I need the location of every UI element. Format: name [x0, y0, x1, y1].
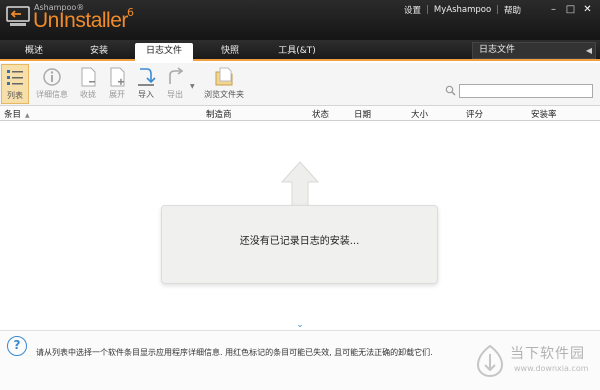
watermark-logo-icon [476, 344, 504, 378]
import-button[interactable]: 导入 [133, 64, 159, 104]
myashampoo-link[interactable]: MyAshampoo [434, 5, 491, 15]
export-button-label: 导出 [167, 90, 183, 99]
column-rating[interactable]: 评分 [466, 108, 483, 120]
link-separator: | [426, 5, 429, 15]
search-icon [445, 85, 456, 96]
brand-name: UnInstaller [33, 9, 128, 32]
watermark-url: www.downxia.com [514, 364, 589, 373]
column-manufacturer[interactable]: 制造商 [206, 108, 232, 120]
expand-details-icon[interactable]: ⌄ [294, 320, 306, 330]
export-button[interactable]: 导出 [162, 64, 188, 104]
watermark: 当下软件园 www.downxia.com [468, 340, 596, 384]
export-dropdown-icon[interactable]: ▼ [190, 83, 195, 90]
folder-icon [215, 67, 233, 86]
search-input[interactable] [459, 84, 593, 98]
right-panel-header[interactable]: 日志文件 ◀ [472, 42, 596, 59]
collapse-button[interactable]: 收拢 [75, 64, 101, 104]
browse-folder-button[interactable]: 浏览文件夹 [201, 64, 247, 104]
title-bar: Ashampoo® UnInstaller 6 设置 | MyAshampoo … [0, 0, 600, 40]
column-status[interactable]: 状态 [312, 108, 329, 120]
help-text: 请从列表中选择一个软件条目显示应用程序详细信息. 用红色标记的条目可能已失效, … [36, 348, 433, 357]
column-install-rate[interactable]: 安装率 [531, 108, 557, 120]
tab-installs[interactable]: 安装 [70, 43, 128, 61]
help-icon[interactable]: ? [7, 336, 27, 356]
column-size[interactable]: 大小 [411, 108, 428, 120]
tab-snapshots[interactable]: 快照 [201, 43, 259, 61]
table-header: 条目 制造商 状态 日期 大小 评分 安装率 [0, 106, 600, 121]
tab-overview[interactable]: 概述 [5, 43, 63, 61]
top-links: 设置 | MyAshampoo | 帮助 [404, 4, 521, 16]
list-button[interactable]: 列表 [1, 64, 29, 104]
window-controls: – □ ✕ [545, 2, 596, 17]
main-tabs: 概述 安装 日志文件 快照 工具(&T) 日志文件 ◀ [0, 40, 600, 62]
expand-icon [110, 67, 125, 87]
minimize-button[interactable]: – [545, 2, 562, 17]
column-date[interactable]: 日期 [354, 108, 371, 120]
brand-version: 6 [127, 6, 134, 19]
collapse-button-label: 收拢 [80, 90, 96, 99]
app-logo-icon [6, 6, 30, 26]
settings-link[interactable]: 设置 [404, 4, 421, 16]
list-button-label: 列表 [7, 91, 23, 100]
details-button-label: 详细信息 [36, 90, 68, 99]
close-button[interactable]: ✕ [579, 2, 596, 17]
empty-message-box: 还没有已记录日志的安装... [161, 205, 438, 284]
import-icon [138, 68, 156, 86]
up-arrow-icon [280, 161, 320, 207]
right-panel-title: 日志文件 [479, 45, 516, 55]
maximize-button[interactable]: □ [562, 2, 579, 17]
expand-button-label: 展开 [109, 90, 125, 99]
collapse-panel-icon[interactable]: ◀ [586, 43, 592, 58]
details-button[interactable]: 详细信息 [33, 64, 71, 104]
collapse-icon [81, 67, 96, 87]
tab-logfiles[interactable]: 日志文件 [135, 43, 193, 62]
toolbar: 列表 详细信息 收拢 展开 导入 导出 ▼ 浏览文件夹 [0, 63, 600, 106]
export-icon [169, 67, 184, 84]
tab-tools[interactable]: 工具(&T) [268, 43, 326, 61]
info-icon [43, 68, 61, 86]
expand-button[interactable]: 展开 [104, 64, 130, 104]
watermark-name: 当下软件园 [510, 346, 585, 362]
help-link[interactable]: 帮助 [504, 4, 521, 16]
empty-message: 还没有已记录日志的安装... [239, 236, 360, 247]
link-separator: | [496, 5, 500, 15]
list-icon [7, 70, 23, 85]
import-button-label: 导入 [138, 90, 154, 99]
column-entry[interactable]: 条目 [4, 108, 30, 120]
browse-folder-label: 浏览文件夹 [204, 90, 244, 99]
